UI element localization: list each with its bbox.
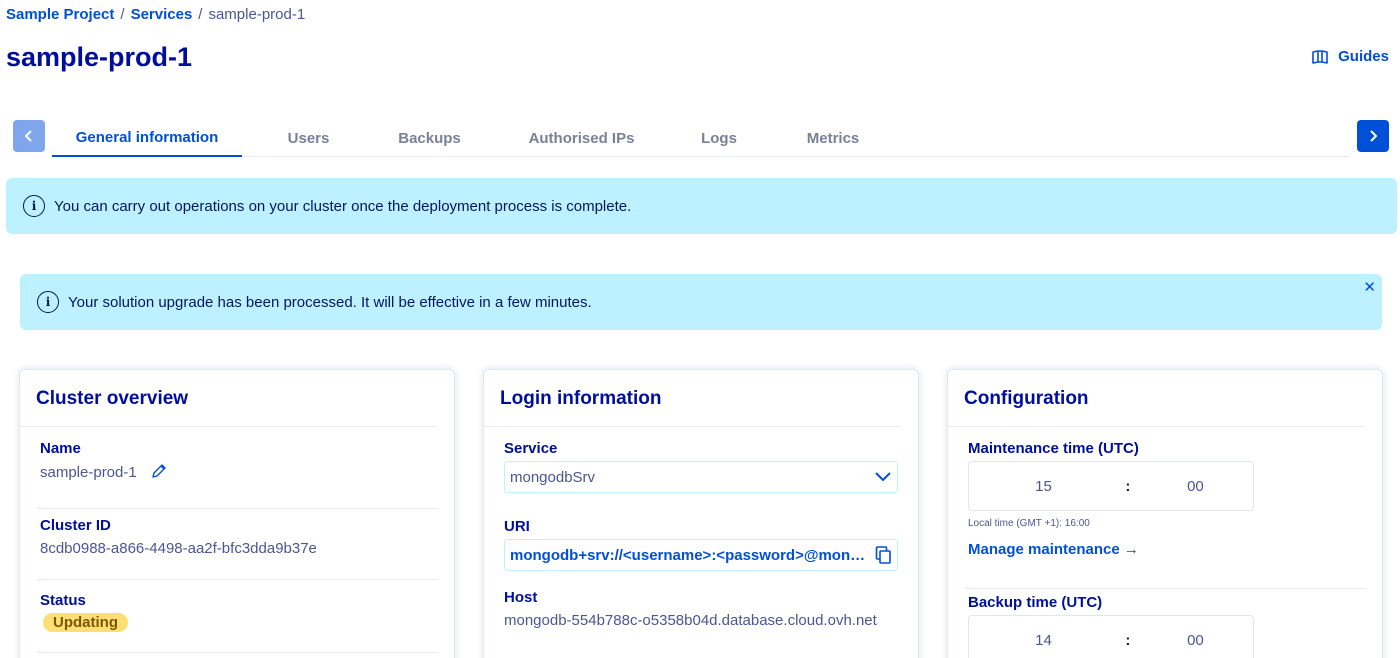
cluster-id-field: Cluster ID 8cdb0988-a866-4498-aa2f-bfc3d… [20, 517, 454, 557]
host-field: Host mongodb-554b788c-o5358b04d.database… [484, 589, 918, 629]
time-separator: : [1125, 477, 1131, 495]
divider [965, 588, 1366, 589]
status-badge: Updating [43, 613, 128, 632]
tab-backups[interactable]: Backups [375, 120, 484, 157]
name-value-row: sample-prod-1 [40, 463, 454, 481]
maintenance-hour[interactable]: 15 [969, 478, 1118, 495]
service-select[interactable]: mongodbSrv [504, 461, 898, 493]
divider [37, 652, 438, 653]
tab-metrics[interactable]: Metrics [759, 120, 907, 157]
chevron-left-icon [24, 130, 32, 142]
configuration-card: Configuration Maintenance time (UTC) 15 … [947, 369, 1383, 658]
manage-maintenance-link[interactable]: Manage maintenance → [968, 541, 1382, 558]
name-value: sample-prod-1 [40, 464, 137, 481]
cluster-id-label: Cluster ID [40, 517, 111, 534]
breadcrumb-current: sample-prod-1 [208, 6, 306, 23]
tab-scroll-right-button[interactable] [1357, 120, 1389, 152]
upgrade-info-text: Your solution upgrade has been processed… [68, 293, 592, 311]
upgrade-info-banner: i Your solution upgrade has been process… [20, 274, 1382, 330]
configuration-title: Configuration [948, 370, 1365, 427]
tab-bar: General information Users Backups Author… [13, 120, 1389, 158]
cluster-overview-card: Cluster overview Name sample-prod-1 Clus… [19, 369, 455, 658]
host-value: mongodb-554b788c-o5358b04d.database.clou… [504, 612, 877, 629]
login-information-title: Login information [484, 370, 901, 427]
name-field: Name sample-prod-1 [20, 440, 454, 481]
chevron-right-icon [1370, 130, 1378, 142]
deployment-info-text: You can carry out operations on your clu… [54, 197, 632, 215]
cluster-overview-title: Cluster overview [20, 370, 437, 427]
tab-general-information[interactable]: General information [52, 120, 242, 157]
info-icon: i [23, 195, 45, 217]
uri-label: URI [504, 518, 530, 535]
cluster-id-value: 8cdb0988-a866-4498-aa2f-bfc3dda9b37e [40, 540, 317, 557]
status-field: Status Updating [20, 592, 454, 632]
tab-authorised-ips[interactable]: Authorised IPs [484, 120, 679, 157]
login-information-card: Login information Service mongodbSrv URI… [483, 369, 919, 658]
uri-value: mongodb+srv://<username>:<password>@mong… [510, 546, 868, 564]
copy-icon[interactable] [875, 546, 891, 564]
service-label: Service [504, 440, 558, 457]
breadcrumb: Sample Project / Services / sample-prod-… [6, 6, 305, 23]
time-separator: : [1125, 631, 1131, 649]
backup-hour[interactable]: 14 [969, 632, 1118, 649]
backup-minute[interactable]: 00 [1138, 632, 1253, 649]
status-label: Status [40, 592, 86, 609]
page-title: sample-prod-1 [6, 42, 193, 72]
guides-label: Guides [1338, 48, 1389, 65]
backup-label: Backup time (UTC) [968, 594, 1103, 611]
book-icon [1312, 49, 1328, 64]
host-label: Host [504, 589, 538, 606]
maintenance-time-picker[interactable]: 15 : 00 [968, 461, 1254, 511]
service-field: Service mongodbSrv [484, 440, 918, 493]
breadcrumb-services-link[interactable]: Services [131, 6, 193, 23]
chevron-down-icon [875, 472, 891, 482]
breadcrumb-separator: / [120, 6, 125, 23]
guides-link[interactable]: Guides [1312, 48, 1389, 65]
backup-field: Backup time (UTC) 14 : 00 [948, 594, 1382, 658]
maintenance-minute[interactable]: 00 [1138, 478, 1253, 495]
tab-users[interactable]: Users [242, 120, 375, 157]
maintenance-field: Maintenance time (UTC) 15 : 00 Local tim… [948, 440, 1382, 558]
uri-field-box[interactable]: mongodb+srv://<username>:<password>@mong… [504, 539, 898, 571]
divider [37, 508, 438, 509]
deployment-info-banner: i You can carry out operations on your c… [6, 178, 1397, 234]
breadcrumb-separator: / [198, 6, 203, 23]
pencil-icon[interactable] [151, 463, 167, 479]
info-icon: i [37, 291, 59, 313]
divider [37, 579, 438, 580]
close-icon[interactable]: ✕ [1363, 278, 1376, 296]
service-selected-value: mongodbSrv [510, 468, 596, 486]
tab-scroll-left-button[interactable] [13, 120, 45, 152]
tab-logs[interactable]: Logs [679, 120, 759, 157]
name-label: Name [40, 440, 81, 457]
backup-time-picker[interactable]: 14 : 00 [968, 615, 1254, 658]
maintenance-label: Maintenance time (UTC) [968, 440, 1139, 457]
uri-field: URI mongodb+srv://<username>:<password>@… [484, 518, 918, 571]
local-time-text: Local time (GMT +1): 16:00 [968, 518, 1090, 529]
breadcrumb-project-link[interactable]: Sample Project [6, 6, 114, 23]
